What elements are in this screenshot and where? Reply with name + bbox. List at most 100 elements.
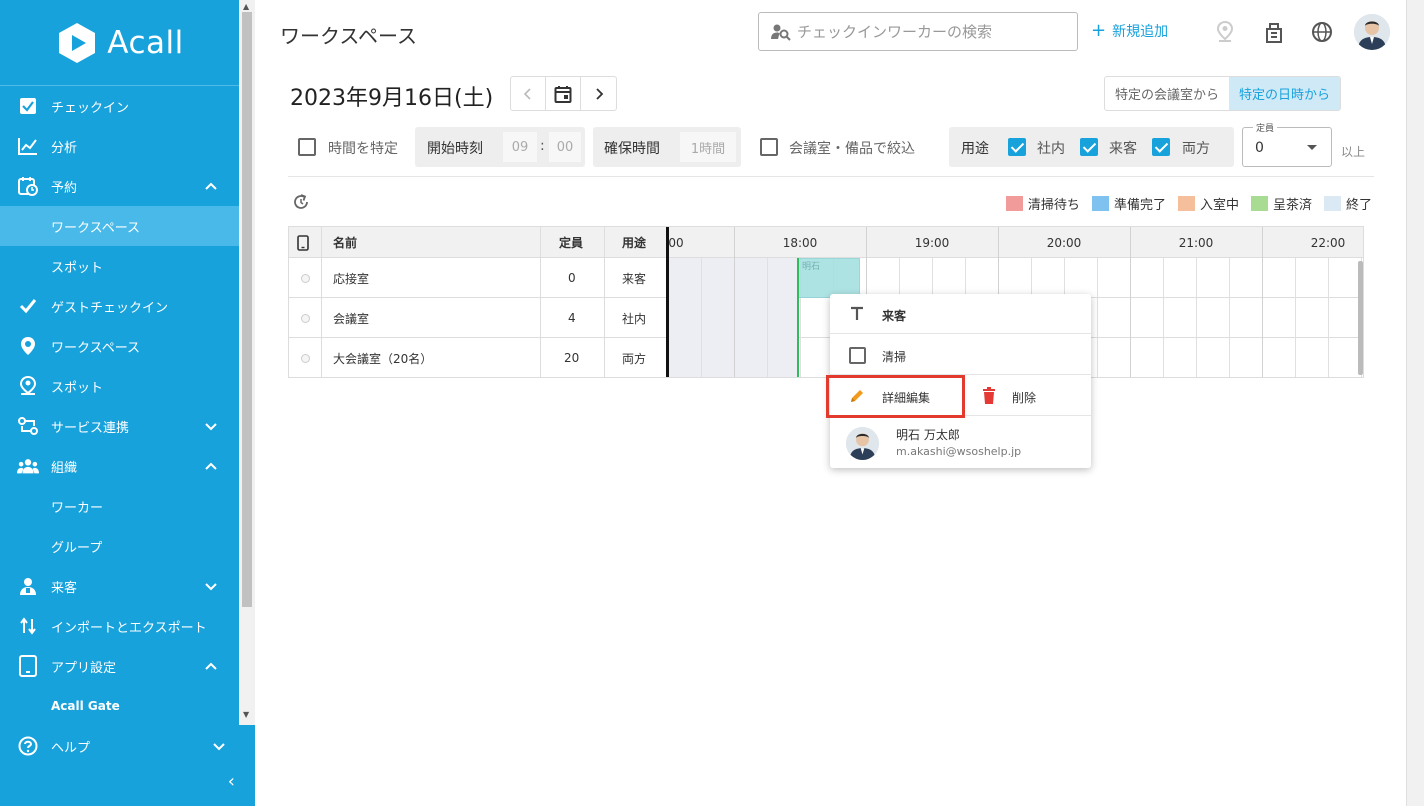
chevron-down-icon [205,583,217,591]
globe-icon[interactable] [1310,20,1334,44]
scroll-down-arrow-icon[interactable]: ▼ [243,710,249,719]
add-new-button[interactable]: + 新規追加 [1091,21,1168,41]
timeline-gridline [1163,258,1164,377]
booking-block[interactable]: 明石 [798,258,860,298]
tablet-icon [17,655,39,677]
purpose-both-checkbox[interactable] [1152,138,1170,156]
search-input[interactable] [797,22,1067,41]
brand-logo[interactable]: Acall [0,0,239,86]
calendar-clock-icon [17,175,39,197]
window-scrollbar[interactable] [1406,0,1424,806]
column-header-name[interactable]: 名前 [333,227,357,258]
sidebar-item-import-export[interactable]: インポートとエクスポート [0,606,239,646]
room-capacity: 20 [564,351,580,365]
room-name: 会議室 [333,311,370,326]
legend-swatch [1250,196,1268,211]
next-day-button[interactable] [581,77,616,110]
start-minute-input[interactable]: 00 [549,132,581,162]
sidebar-item-integrations[interactable]: サービス連携 [0,406,239,446]
person-pin-icon [17,375,39,397]
sidebar-item-label: ワークスペース [51,340,141,356]
sidebar-item-groups[interactable]: グループ [0,526,239,566]
visitor-icon [17,575,39,597]
sidebar-item-label: サービス連携 [51,420,130,436]
from-room-toggle[interactable]: 特定の会議室から [1105,77,1229,110]
location-pin-icon [17,335,39,357]
timeline-gridline [1196,258,1197,377]
sidebar-scrollbar[interactable]: ▲ ▼ [239,0,255,725]
sidebar-footer: ‹ [0,725,255,806]
sidebar-item-label: チェックイン [51,100,130,116]
legend-item: 準備完了 [1091,194,1166,213]
timeline-hour-label: 21:00 [1178,235,1214,250]
sidebar-item-label: 分析 [51,140,78,156]
sidebar-item-guest-checkin[interactable]: ゲストチェックイン [0,286,239,326]
sidebar-item-workspace-reservation[interactable]: ワークスペース [0,206,239,246]
scrollbar-thumb[interactable] [242,12,252,607]
purpose-visitor-checkbox[interactable] [1080,138,1098,156]
sidebar-item-spot[interactable]: スポット [0,366,239,406]
text-type-icon [851,306,863,320]
calendar-button[interactable] [546,77,581,110]
room-capacity: 4 [568,311,576,325]
chevron-left-icon [523,87,531,100]
cleaning-label: 清掃 [882,350,907,364]
duration-input[interactable]: 1時間 [680,132,736,162]
legend-item: 清掃待ち [1005,194,1080,213]
cleaning-checkbox[interactable] [849,347,866,364]
sidebar-item-spot-reservation[interactable]: スポット [0,246,239,286]
sidebar-item-organization[interactable]: 組織 [0,446,239,486]
chevron-up-icon [205,182,217,190]
sidebar-item-workspace[interactable]: ワークスペース [0,326,239,366]
timeline-hour-label: 22:00 [1310,235,1346,250]
vertical-scrollbar[interactable] [1358,261,1363,375]
sidebar-item-label: 来客 [51,580,78,596]
sidebar-item-label: インポートとエクスポート [51,620,207,636]
top-header: ワークスペース + 新規追加 [255,0,1424,66]
specify-time-checkbox[interactable] [298,138,316,156]
sidebar-item-checkin[interactable]: チェックイン [0,86,239,126]
worker-search[interactable] [758,12,1078,51]
row-select-radio[interactable] [301,298,310,338]
brand-name: Acall [107,24,184,61]
sidebar-item-workers[interactable]: ワーカー [0,486,239,526]
delete-button[interactable]: 削除 [970,376,1090,416]
capacity-select[interactable]: 定員 0 [1242,121,1332,167]
sidebar-item-label: アプリ設定 [51,660,117,676]
booker-avatar [846,427,879,460]
refresh-icon[interactable] [291,192,311,212]
cleaning-row[interactable]: 清掃 [830,335,1091,375]
equipment-filter-checkbox[interactable] [760,138,778,156]
timeline-gridline [767,258,768,377]
specify-time-label: 時間を特定 [328,141,398,157]
check-icon [17,295,39,317]
legend-label: 呈茶済 [1272,198,1312,213]
user-avatar[interactable] [1354,14,1390,50]
location-pin-icon[interactable] [1213,20,1237,44]
booking-label: 明石 [802,262,821,272]
row-select-radio[interactable] [301,338,310,377]
sidebar: Acall チェックイン 分析 予約 ワークスペース スポット ゲストチェックイ… [0,0,255,806]
building-icon[interactable] [1262,20,1286,44]
past-shade [668,298,798,338]
sidebar-item-analytics[interactable]: 分析 [0,126,239,166]
start-hour-input[interactable]: 09 [503,132,537,162]
row-select-radio[interactable] [301,258,310,298]
sidebar-item-app-settings[interactable]: アプリ設定 [0,646,239,686]
timeline-gridline [1295,258,1296,377]
prev-day-button[interactable] [511,77,546,110]
scroll-up-arrow-icon[interactable]: ▲ [243,2,249,11]
room-schedule-table: 名前 定員 用途 応接室 0 来客 会議室 4 社内 大会議室（20名） 20 … [288,226,1364,378]
sidebar-item-reservation[interactable]: 予約 [0,166,239,206]
date-navigator [510,76,617,111]
sidebar-item-acall-gate[interactable]: Acall Gate [0,686,239,726]
capacity-unit: 以上 [1341,145,1366,159]
purpose-internal-checkbox[interactable] [1008,138,1026,156]
sidebar-item-label: スポット [51,260,104,276]
chevron-up-icon [205,662,217,670]
collapse-sidebar-icon[interactable]: ‹ [228,771,235,792]
sidebar-item-visitors[interactable]: 来客 [0,566,239,606]
column-header-capacity[interactable]: 定員 [559,227,583,258]
plus-icon: + [1091,20,1107,41]
from-datetime-toggle[interactable]: 特定の日時から [1229,77,1341,110]
